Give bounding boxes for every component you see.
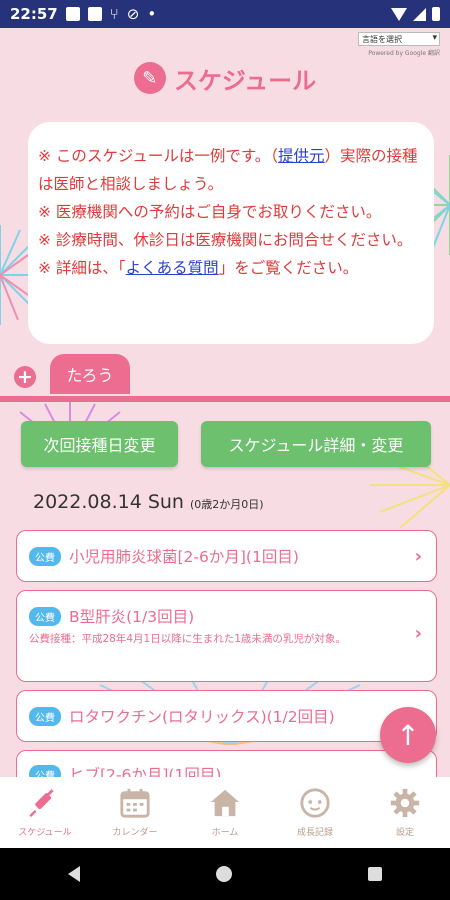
more-notifications-icon: • bbox=[147, 5, 157, 23]
pencil-icon: ✎ bbox=[133, 62, 166, 94]
schedule-date: 2022.08.14 Sun (0歳2か月0日) bbox=[33, 491, 264, 513]
date-label: 2022.08.14 Sun bbox=[33, 491, 184, 513]
vaccine-name: 小児用肺炎球菌[2-6か月](1回目) bbox=[69, 548, 299, 566]
battery-icon bbox=[432, 7, 440, 21]
nav-settings[interactable]: 設定 bbox=[360, 777, 450, 848]
notice-line-1: ※ このスケジュールは一例です。（提供元）実際の接種は医師と相談しましょう。 bbox=[38, 142, 420, 198]
notice-text: ※ 詳細は、「 bbox=[38, 259, 126, 277]
tab-child-taro[interactable]: たろう bbox=[50, 354, 130, 394]
house-icon bbox=[209, 787, 241, 819]
notice-text: ※ このスケジュールは一例です。（ bbox=[38, 147, 279, 165]
schedule-detail-button[interactable]: スケジュール詳細・変更 bbox=[201, 421, 431, 467]
powered-by-google: Powered by Google 翻訳 bbox=[368, 50, 440, 57]
public-funded-badge: 公費 bbox=[29, 546, 61, 566]
notice-line-4: ※ 詳細は、「よくある質問」をご覧ください。 bbox=[38, 254, 420, 282]
translate-widget: 言語を選択 Powered by Google 翻訳 bbox=[358, 32, 440, 57]
vaccine-name: B型肝炎(1/3回目) bbox=[69, 608, 195, 626]
status-bar: 22:57 ⑂ ⊘ • bbox=[0, 0, 450, 28]
page-title: スケジュール bbox=[173, 66, 317, 95]
chevron-right-icon: › bbox=[414, 623, 422, 644]
bottom-nav: スケジュール カレンダー ホーム 成長記録 設定 bbox=[0, 777, 450, 848]
public-funded-badge: 公費 bbox=[29, 606, 61, 626]
nav-calendar[interactable]: カレンダー bbox=[90, 777, 180, 848]
vaccine-note: 公費接種：平成28年4月1日以降に生まれた1歳未満の乳児が対象。 bbox=[29, 633, 346, 645]
calendar-icon bbox=[119, 787, 151, 819]
baby-face-icon bbox=[299, 787, 331, 819]
scroll-to-top-button[interactable]: ↑ bbox=[380, 707, 436, 763]
notice-line-3: ※ 診療時間、休診日は医療機関にお問合せください。 bbox=[38, 231, 413, 249]
vaccine-card[interactable]: 公費 ロタワクチン(ロタリックス)(1/2回目) bbox=[16, 690, 437, 742]
nav-home[interactable]: ホーム bbox=[180, 777, 270, 848]
home-button[interactable] bbox=[216, 866, 232, 882]
arrow-up-icon: ↑ bbox=[396, 718, 420, 752]
vaccine-card[interactable]: 公費 B型肝炎(1/3回目) 公費接種：平成28年4月1日以降に生まれた1歳未満… bbox=[16, 590, 437, 682]
child-tabs: + たろう bbox=[0, 354, 450, 402]
vaccine-name: ロタワクチン(ロタリックス)(1/2回目) bbox=[69, 708, 335, 726]
nav-label: 設定 bbox=[395, 828, 414, 838]
nav-label: ホーム bbox=[211, 828, 239, 838]
gear-icon bbox=[389, 787, 421, 819]
status-time: 22:57 bbox=[10, 5, 58, 23]
chevron-right-icon: › bbox=[414, 545, 422, 567]
notice-box: ※ このスケジュールは一例です。（提供元）実際の接種は医師と相談しましょう。 ※… bbox=[28, 122, 434, 344]
language-select[interactable]: 言語を選択 bbox=[358, 32, 440, 46]
add-child-button[interactable]: + bbox=[14, 366, 36, 388]
android-nav-bar bbox=[0, 848, 450, 900]
public-funded-badge: 公費 bbox=[29, 706, 61, 726]
provider-link[interactable]: 提供元 bbox=[278, 147, 325, 165]
dnd-icon: ⊘ bbox=[126, 5, 140, 23]
nav-schedule[interactable]: スケジュール bbox=[0, 777, 90, 848]
notification-icon bbox=[87, 7, 102, 21]
back-button[interactable] bbox=[68, 866, 80, 882]
usb-icon: ⑂ bbox=[109, 5, 119, 23]
tab-underline bbox=[0, 396, 450, 402]
age-label: (0歳2か月0日) bbox=[189, 498, 264, 511]
wifi-icon bbox=[391, 7, 407, 21]
notice-text: 」をご覧ください。 bbox=[218, 259, 359, 277]
next-date-change-button[interactable]: 次回接種日変更 bbox=[21, 421, 178, 467]
vaccine-card[interactable]: 公費 小児用肺炎球菌[2-6か月](1回目) › bbox=[16, 530, 437, 582]
nav-label: スケジュール bbox=[18, 828, 72, 838]
syringe-icon bbox=[29, 787, 61, 819]
notice-line-2: ※ 医療機関への予約はご自身でお取りください。 bbox=[38, 203, 382, 221]
signal-icon bbox=[413, 7, 426, 21]
nav-label: カレンダー bbox=[112, 828, 158, 838]
nav-growth-record[interactable]: 成長記録 bbox=[270, 777, 360, 848]
page-header: ✎ スケジュール bbox=[0, 58, 450, 98]
recent-apps-button[interactable] bbox=[368, 867, 382, 881]
nav-label: 成長記録 bbox=[296, 828, 333, 838]
faq-link[interactable]: よくある質問 bbox=[126, 259, 219, 277]
notification-icon bbox=[65, 7, 80, 21]
